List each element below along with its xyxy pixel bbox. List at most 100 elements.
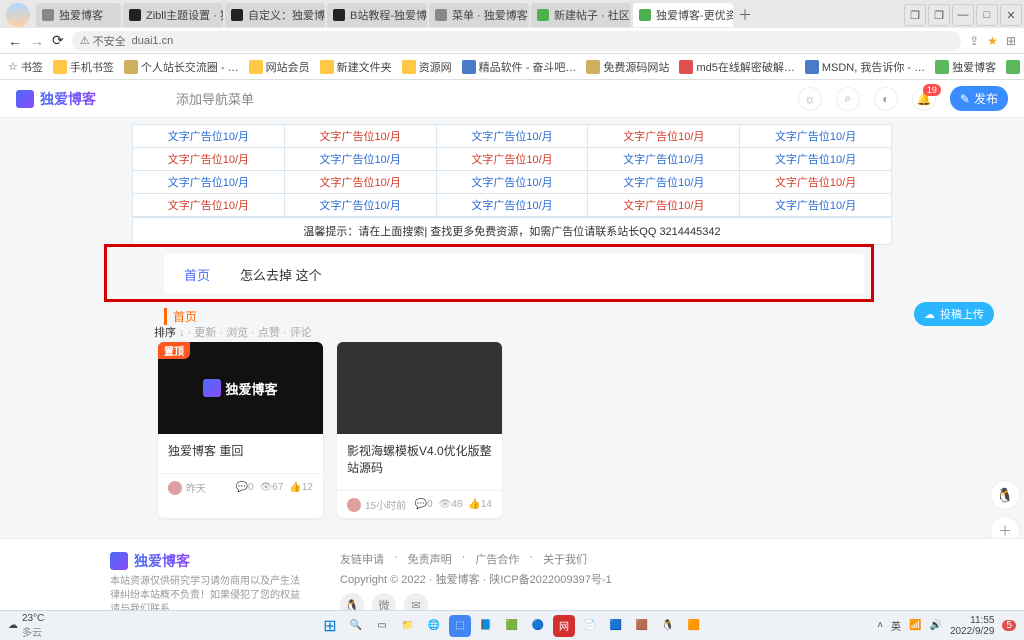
- float-qq-icon[interactable]: 🐧: [990, 480, 1020, 510]
- taskbar-app-icon[interactable]: 📘: [475, 615, 497, 637]
- bookmark-item[interactable]: 精品软件 - 奋斗吧…: [462, 59, 577, 75]
- profile-avatar[interactable]: [6, 3, 30, 27]
- post-card[interactable]: 置顶 独爱博客 独爱博客 重回 昨天 💬0 👁67 👍12: [158, 342, 323, 518]
- ad-slot-link[interactable]: 文字广告位10/月: [471, 131, 552, 143]
- ad-slot-link[interactable]: 文字广告位10/月: [320, 200, 401, 212]
- publish-button[interactable]: ✎ 发布: [950, 86, 1008, 111]
- tab-2[interactable]: 自定义：独爱博客-更优…: [225, 3, 325, 27]
- tray-chevron-icon[interactable]: ˄: [877, 620, 883, 631]
- bookmark-item[interactable]: 免费源码网站: [586, 59, 669, 75]
- extensions-icon[interactable]: ⊞: [1006, 34, 1016, 48]
- ad-slot-link[interactable]: 文字广告位10/月: [775, 177, 856, 189]
- taskbar-weather[interactable]: ☁ 23°C多云: [8, 613, 44, 639]
- ad-slot-link[interactable]: 文字广告位10/月: [471, 177, 552, 189]
- theme-toggle-icon[interactable]: ◐: [874, 87, 898, 111]
- breadcrumb-home[interactable]: 首页: [184, 265, 210, 284]
- ad-slot-link[interactable]: 文字广告位10/月: [471, 154, 552, 166]
- ad-slot-link[interactable]: 文字广告位10/月: [775, 131, 856, 143]
- footer-link[interactable]: 友链申请: [340, 551, 384, 567]
- new-tab-button[interactable]: ＋: [735, 5, 755, 25]
- address-bar[interactable]: ⚠ 不安全 duai1.cn: [72, 31, 961, 51]
- ad-slot-link[interactable]: 文字广告位10/月: [320, 154, 401, 166]
- social-mail-icon[interactable]: ✉: [404, 593, 428, 610]
- sun-icon[interactable]: ☼: [798, 87, 822, 111]
- ad-slot-link[interactable]: 文字广告位10/月: [775, 200, 856, 212]
- tray-notif-badge[interactable]: 5: [1002, 620, 1016, 631]
- share-icon[interactable]: ⇪: [969, 34, 979, 48]
- nav-menu-placeholder[interactable]: 添加导航菜单: [176, 89, 254, 108]
- taskbar-explorer-icon[interactable]: 📁: [397, 615, 419, 637]
- bookmark-item[interactable]: ☆ 书签: [8, 59, 43, 75]
- favorite-icon[interactable]: ★: [987, 34, 998, 48]
- footer-logo[interactable]: 独爱博客: [110, 551, 300, 571]
- bookmark-item[interactable]: 资源网: [402, 59, 452, 75]
- tab-5[interactable]: 新建帖子 · 社区 -Wordp…: [531, 3, 631, 27]
- tray-wifi-icon[interactable]: 📶: [909, 620, 921, 631]
- taskbar-app-icon[interactable]: ⬚: [449, 615, 471, 637]
- ad-slot-link[interactable]: 文字广告位10/月: [623, 154, 704, 166]
- ad-slot-link[interactable]: 文字广告位10/月: [471, 200, 552, 212]
- site-logo[interactable]: 独爱博客: [16, 89, 96, 109]
- tab-6-active[interactable]: 独爱博客-更优资的…✕: [633, 3, 733, 27]
- ad-slot-link[interactable]: 文字广告位10/月: [168, 131, 249, 143]
- security-warning[interactable]: ⚠ 不安全: [80, 33, 126, 49]
- footer-link[interactable]: 广告合作: [475, 551, 519, 567]
- window-close[interactable]: ✕: [1000, 4, 1022, 26]
- post-card[interactable]: 影视海螺模板V4.0优化版整站源码 15小时前 💬0 👁48 👍14: [337, 342, 502, 518]
- sort-option[interactable]: 浏览: [226, 327, 248, 339]
- bookmark-item[interactable]: 网站会员: [249, 59, 310, 75]
- window-restore-1[interactable]: ❐: [904, 4, 926, 26]
- bookmark-item[interactable]: 独爱博客 - 要优资的…: [1006, 59, 1024, 75]
- bookmark-item[interactable]: 手机书签: [53, 59, 114, 75]
- ad-slot-link[interactable]: 文字广告位10/月: [320, 131, 401, 143]
- tray-ime-icon[interactable]: 英: [891, 618, 901, 633]
- ad-slot-link[interactable]: 文字广告位10/月: [320, 177, 401, 189]
- tab-4[interactable]: 菜单 · 独爱博客 — Wo…: [429, 3, 529, 27]
- notification-bell-icon[interactable]: 🔔19: [912, 87, 936, 111]
- ad-slot-link[interactable]: 文字广告位10/月: [623, 177, 704, 189]
- taskbar-clock[interactable]: 11:552022/9/29: [950, 615, 995, 637]
- taskbar-app-icon[interactable]: 🟦: [605, 615, 627, 637]
- sort-option[interactable]: 评论: [290, 327, 312, 339]
- bookmark-item[interactable]: 独爱博客: [935, 59, 996, 75]
- bookmark-item[interactable]: 新建文件夹: [320, 59, 392, 75]
- sort-option[interactable]: 更新: [194, 327, 216, 339]
- ad-slot-link[interactable]: 文字广告位10/月: [168, 200, 249, 212]
- taskbar-chrome-icon[interactable]: 🔵: [527, 615, 549, 637]
- taskbar-app-icon[interactable]: 🟩: [501, 615, 523, 637]
- sort-option[interactable]: 点赞: [258, 327, 280, 339]
- footer-link[interactable]: 免责声明: [408, 551, 452, 567]
- bookmark-item[interactable]: md5在线解密破解…: [679, 59, 794, 75]
- ad-slot-link[interactable]: 文字广告位10/月: [168, 177, 249, 189]
- taskbar-app-icon[interactable]: 📄: [579, 615, 601, 637]
- taskbar-app-icon[interactable]: 🟧: [683, 615, 705, 637]
- window-restore-2[interactable]: ❐: [928, 4, 950, 26]
- social-qq-icon[interactable]: 🐧: [340, 593, 364, 610]
- bookmark-item[interactable]: MSDN, 我告诉你 - …: [805, 59, 925, 75]
- social-weibo-icon[interactable]: 微: [372, 593, 396, 610]
- reload-button[interactable]: ⟳: [52, 32, 64, 49]
- taskbar-app-icon[interactable]: 网: [553, 615, 575, 637]
- ad-slot-link[interactable]: 文字广告位10/月: [623, 200, 704, 212]
- search-icon[interactable]: ⌕: [836, 87, 860, 111]
- taskbar-app-icon[interactable]: 🐧: [657, 615, 679, 637]
- window-maximize[interactable]: □: [976, 4, 998, 26]
- footer-link[interactable]: 关于我们: [543, 551, 587, 567]
- upload-button[interactable]: ☁ 投稿上传: [914, 302, 994, 326]
- back-button[interactable]: ←: [8, 33, 22, 49]
- tab-0[interactable]: 独爱博客: [36, 3, 121, 27]
- tray-volume-icon[interactable]: 🔊: [929, 620, 941, 631]
- bookmark-item[interactable]: 个人站长交流圈 - …: [124, 59, 239, 75]
- window-minimize[interactable]: —: [952, 4, 974, 26]
- tab-1[interactable]: Zibll主题设置 · 独爱博…: [123, 3, 223, 27]
- taskbar-edge-icon[interactable]: 🌐: [423, 615, 445, 637]
- ad-slot-link[interactable]: 文字广告位10/月: [775, 154, 856, 166]
- start-button[interactable]: ⊞: [319, 615, 341, 637]
- ad-slot-link[interactable]: 文字广告位10/月: [623, 131, 704, 143]
- taskbar-search-icon[interactable]: 🔍: [345, 615, 367, 637]
- forward-button[interactable]: →: [30, 33, 44, 49]
- tab-3[interactable]: B站教程-独爱博客: [327, 3, 427, 27]
- taskbar-app-icon[interactable]: 🟫: [631, 615, 653, 637]
- taskbar-taskview-icon[interactable]: ▭: [371, 615, 393, 637]
- ad-slot-link[interactable]: 文字广告位10/月: [168, 154, 249, 166]
